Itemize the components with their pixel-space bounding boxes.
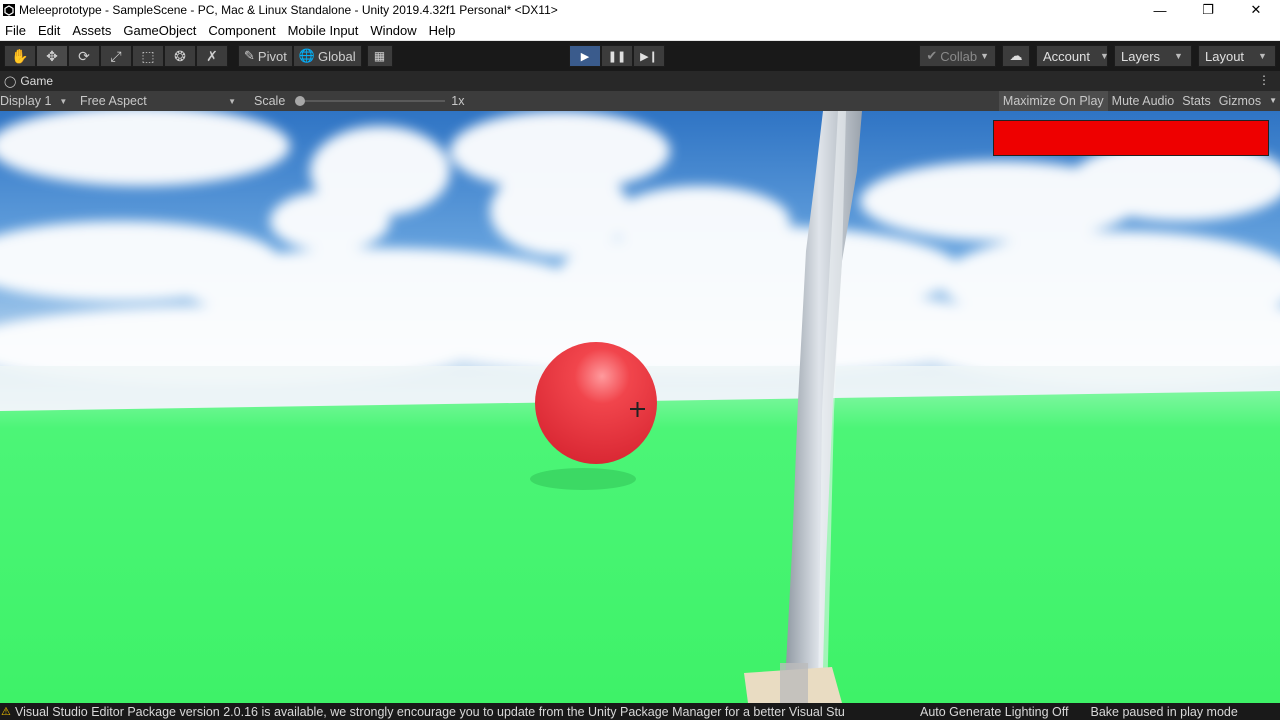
window-title: Meleeprototype - SampleScene - PC, Mac &… — [19, 3, 558, 17]
gizmos-toggle[interactable]: Gizmos — [1215, 91, 1265, 111]
gamepad-icon: ◯ — [4, 75, 17, 88]
layers-label: Layers — [1121, 48, 1161, 64]
console-message[interactable]: Visual Studio Editor Package version 2.0… — [15, 705, 905, 719]
minimize-icon[interactable]: — — [1136, 0, 1184, 20]
red-sphere[interactable] — [535, 342, 657, 464]
move-tool-icon[interactable]: ✥ — [36, 45, 68, 67]
rect-tool-icon[interactable]: ⬚ — [132, 45, 164, 67]
scale-label: Scale — [254, 94, 286, 108]
aspect-dropdown[interactable]: Free Aspect ▼ — [80, 91, 236, 111]
step-button[interactable]: ▶❙ — [633, 45, 665, 67]
menu-file[interactable]: File — [0, 20, 33, 41]
menu-assets[interactable]: Assets — [67, 20, 118, 41]
layout-dropdown[interactable]: Layout ▼ — [1198, 45, 1276, 67]
pause-button[interactable]: ❚❚ — [601, 45, 633, 67]
main-toolbar: ✋ ✥ ⟳ ⤢ ⬚ ❂ ✗ ✎ Pivot 🌐 Global ▦ ▶ ❚❚ ▶❙… — [0, 41, 1280, 71]
warning-icon: ⚠ — [1, 706, 11, 718]
chevron-down-icon: ▼ — [1099, 51, 1109, 61]
scale-slider[interactable] — [295, 96, 446, 106]
collab-label: Collab — [940, 48, 978, 64]
chevron-down-icon: ▼ — [980, 51, 989, 61]
game-tab-bar: ◯ Game ⋮ — [0, 71, 1280, 91]
menu-gameobject[interactable]: GameObject — [118, 20, 203, 41]
stats-toggle[interactable]: Stats — [1178, 91, 1215, 111]
tab-game-label: Game — [20, 74, 53, 88]
account-dropdown[interactable]: Account ▼ — [1036, 45, 1109, 67]
display-dropdown[interactable]: Display 1 ▼ — [0, 91, 74, 111]
chevron-down-icon: ▼ — [59, 96, 68, 106]
mute-audio-toggle[interactable]: Mute Audio — [1108, 91, 1179, 111]
title-bar: Meleeprototype - SampleScene - PC, Mac &… — [0, 0, 1280, 20]
menu-window[interactable]: Window — [365, 20, 423, 41]
status-bar: ⚠ Visual Studio Editor Package version 2… — [0, 703, 1280, 720]
pivot-label: Pivot — [257, 48, 287, 64]
menu-help[interactable]: Help — [424, 20, 463, 41]
unity-logo-icon — [3, 4, 15, 16]
chevron-down-icon: ▼ — [1258, 51, 1267, 61]
collab-check-icon: ✔ — [926, 48, 938, 63]
game-view[interactable] — [0, 111, 1280, 703]
global-toggle[interactable]: 🌐 Global — [292, 45, 362, 67]
tab-game[interactable]: ◯ Game — [0, 71, 59, 91]
collab-dropdown[interactable]: ✔ Collab ▼ — [919, 45, 996, 67]
chevron-down-icon[interactable]: ▼ — [1265, 91, 1280, 111]
scale-slider-handle[interactable] — [295, 96, 306, 106]
display-label: Display 1 — [0, 94, 52, 108]
grid-snap-icon[interactable]: ▦ — [366, 45, 393, 67]
transform-tool-icon[interactable]: ❂ — [164, 45, 196, 67]
play-controls: ▶ ❚❚ ▶❙ — [569, 45, 665, 67]
globe-icon: 🌐 — [298, 48, 315, 63]
chevron-down-icon: ▼ — [1174, 51, 1183, 61]
game-view-toolbar: Display 1 ▼ Free Aspect ▼ Scale 1x Maxim… — [0, 91, 1280, 111]
aspect-label: Free Aspect — [80, 94, 147, 108]
more-options-icon[interactable]: ⋮ — [1258, 73, 1270, 87]
game-scene — [0, 111, 1280, 703]
lighting-status[interactable]: Auto Generate Lighting Off — [920, 705, 1068, 719]
custom-tool-icon[interactable]: ✗ — [196, 45, 228, 67]
layout-label: Layout — [1205, 48, 1245, 64]
pivot-icon: ✎ — [244, 48, 255, 63]
menu-edit[interactable]: Edit — [33, 20, 67, 41]
menu-component[interactable]: Component — [203, 20, 282, 41]
rotate-tool-icon[interactable]: ⟳ — [68, 45, 100, 67]
cloud-icon[interactable]: ☁ — [1002, 45, 1030, 67]
scale-tool-icon[interactable]: ⤢ — [100, 45, 132, 67]
chevron-down-icon: ▼ — [228, 96, 236, 106]
close-icon[interactable]: ✕ — [1232, 0, 1280, 20]
scale-value: 1x — [451, 94, 465, 108]
sphere-shadow — [530, 468, 636, 490]
transform-tools: ✋ ✥ ⟳ ⤢ ⬚ ❂ ✗ — [4, 45, 228, 67]
global-label: Global — [318, 48, 356, 64]
pivot-toggle[interactable]: ✎ Pivot — [238, 45, 293, 67]
hand-tool-icon[interactable]: ✋ — [4, 45, 36, 67]
account-label: Account — [1043, 48, 1090, 64]
layers-dropdown[interactable]: Layers ▼ — [1114, 45, 1192, 67]
restore-icon[interactable]: ❐ — [1184, 0, 1232, 20]
play-button[interactable]: ▶ — [569, 45, 601, 67]
menu-mobile-input[interactable]: Mobile Input — [283, 20, 366, 41]
bake-status: Bake paused in play mode — [1090, 704, 1238, 719]
menu-bar: File Edit Assets GameObject Component Mo… — [0, 20, 1280, 41]
maximize-on-play-toggle[interactable]: Maximize On Play — [998, 91, 1108, 111]
health-bar — [994, 121, 1268, 155]
